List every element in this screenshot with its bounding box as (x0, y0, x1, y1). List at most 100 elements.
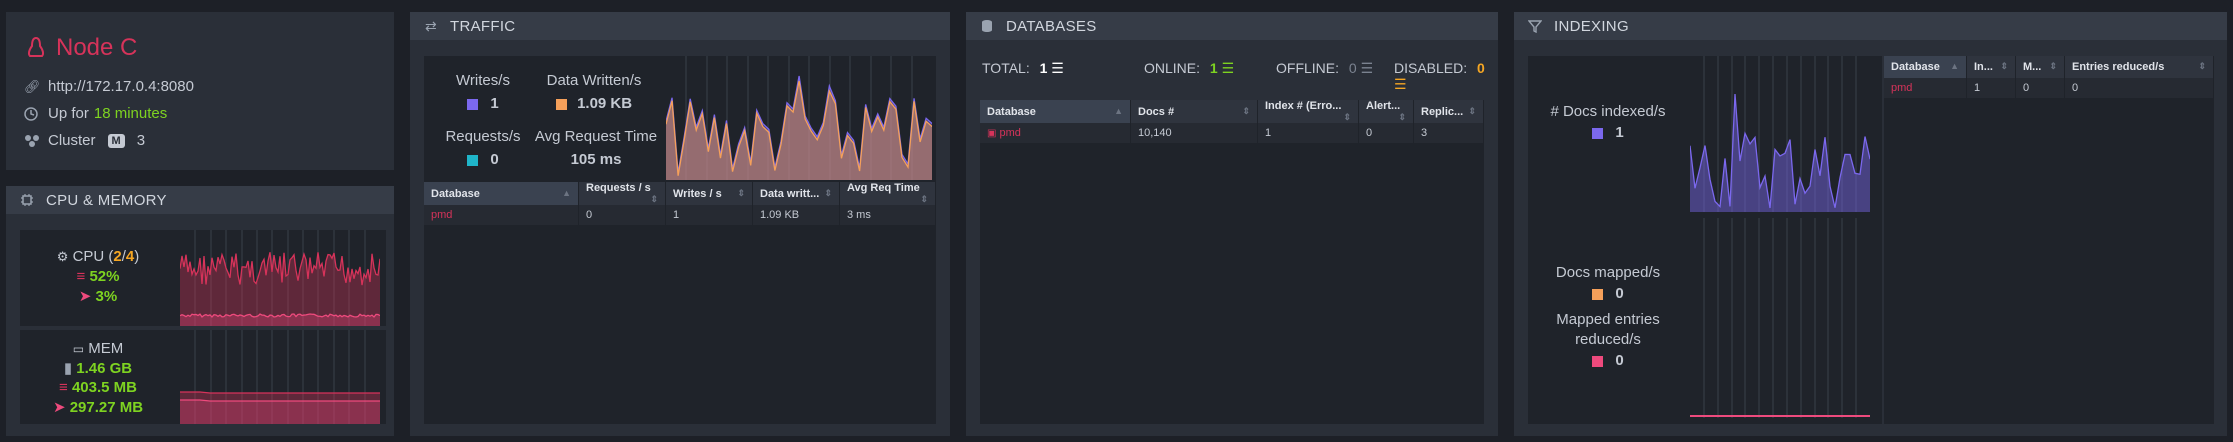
indexing-table-header: Database ▲ In... ⇕ M... ⇕ Entries reduced/s… (1884, 56, 2214, 78)
db-summary: TOTAL: 1 ☰ ONLINE: 1 ☰ OFFLINE: 0 ☰ DISA… (982, 60, 1486, 92)
sort-icon[interactable]: ⇕ (650, 194, 658, 205)
filter-icon (1528, 19, 1542, 33)
replication-cell: 3 (1413, 123, 1484, 143)
column-header-alerts[interactable]: Alert... ⇕ (1358, 100, 1414, 123)
node-panel: Node C 🔗︎ http://172.17.0.4:8080 Up for … (6, 12, 394, 170)
database-online-icon: ☰ (1221, 60, 1235, 76)
db-name-cell[interactable]: pmd (424, 205, 579, 225)
cluster-count: 3 (136, 132, 146, 149)
linux-icon (26, 36, 48, 60)
traffic-body: Writes/s 1 Data Written/s 1.09 KB Reques… (424, 56, 936, 424)
total-label: TOTAL: (982, 60, 1030, 76)
sort-asc-icon[interactable]: ▲ (1950, 61, 1959, 71)
mem-total-value: 1.46 GB (76, 360, 133, 377)
column-header-entries-reduced[interactable]: Entries reduced/s ⇕ (2064, 56, 2214, 78)
indexing-panel: INDEXING # Docs indexed/s 1 Docs mapped/… (1514, 12, 2227, 436)
indexing-title: INDEXING (1554, 17, 1629, 35)
docs-indexed-area (1690, 94, 1870, 212)
sort-icon[interactable]: ⇕ (920, 194, 928, 205)
databases-table: Database ▲ Docs # ⇕ Index # (Erro... ⇕ Aler… (980, 100, 1484, 143)
db-name-cell[interactable]: ▣ pmd (980, 123, 1131, 143)
column-header-avg-req-time[interactable]: Avg Req Time ⇕ (839, 182, 936, 205)
cpu-box: ⚙ CPU (2/4) ≡ 52% ➤ 3% (20, 230, 386, 326)
database-stack-icon: ☰ (1051, 60, 1064, 76)
total-value: 1 (1039, 60, 1048, 76)
table-row[interactable]: pmd 1 0 0 (1884, 78, 2214, 98)
column-header-requests[interactable]: Requests / s ⇕ (578, 182, 666, 205)
chip-icon (20, 193, 34, 207)
online-label: ONLINE: (1144, 60, 1201, 76)
data-written-label: Data Written/s (546, 72, 642, 89)
online-summary: ONLINE: 1 ☰ (1144, 60, 1234, 77)
writes-swatch (467, 98, 479, 110)
sort-asc-icon[interactable]: ▲ (1114, 106, 1123, 116)
swap-arrows-icon: ⇄ (424, 17, 438, 34)
node-url-row[interactable]: 🔗︎ http://172.17.0.4:8080 (24, 78, 194, 95)
clock-icon (24, 106, 44, 121)
requests-value: 0 (490, 151, 499, 168)
data-written-cell: 1.09 KB (752, 205, 840, 225)
requests-swatch (467, 154, 479, 166)
column-header-indexed[interactable]: In... ⇕ (1966, 56, 2016, 78)
cpu-used: 2 (113, 248, 122, 265)
databases-body: Database ▲ Docs # ⇕ Index # (Erro... ⇕ Aler… (980, 100, 1484, 424)
column-header-database[interactable]: Database ▲ (424, 182, 579, 205)
traffic-table-header: Database ▲ Requests / s ⇕ Writes / s ⇕ Data… (424, 182, 936, 205)
uptime-value: 18 minutes (93, 105, 168, 122)
mapped-reduced-swatch (1592, 355, 1604, 367)
uptime-prefix: Up for (48, 105, 89, 122)
cluster-row: Cluster M 3 (24, 132, 145, 149)
sort-icon[interactable]: ⇕ (2049, 61, 2057, 72)
writes-value: 1 (490, 95, 499, 112)
indexing-table: Database ▲ In... ⇕ M... ⇕ Entries reduced/s… (1884, 56, 2214, 98)
offline-summary: OFFLINE: 0 ☰ (1276, 60, 1373, 77)
data-written-stat: Data Written/s 1.09 KB (534, 72, 654, 112)
sort-icon[interactable]: ⇕ (1468, 106, 1476, 117)
data-written-swatch (555, 98, 567, 110)
cpu-icon: ⚙ (56, 249, 69, 264)
node-url[interactable]: http://172.17.0.4:8080 (48, 78, 194, 95)
online-value: 1 (1209, 60, 1218, 76)
indexed-cell: 1 (1966, 78, 2016, 98)
docs-mapped-swatch (1592, 288, 1604, 300)
entries-reduced-cell: 0 (2064, 78, 2214, 98)
db-name-cell[interactable]: pmd (1884, 78, 1967, 98)
column-header-writes[interactable]: Writes / s ⇕ (665, 182, 753, 205)
raven-icon: ➤ (52, 399, 66, 416)
cpu-legend: ⚙ CPU (2/4) ≡ 52% ➤ 3% (20, 230, 176, 326)
mem-machine-value: 403.5 MB (71, 379, 137, 396)
sort-asc-icon[interactable]: ▲ (562, 188, 571, 198)
column-header-index[interactable]: Index # (Erro... ⇕ (1257, 100, 1359, 123)
mapped-reduced-label: Mapped entries reduced/s (1556, 311, 1660, 348)
table-row[interactable]: ▣ pmd 10,140 1 0 3 (980, 123, 1484, 143)
traffic-title: TRAFFIC (450, 17, 516, 35)
docs-mapped-chart (1690, 218, 1870, 418)
requests-stat: Requests/s 0 (438, 128, 528, 168)
offline-label: OFFLINE: (1276, 60, 1340, 76)
cpu-total: 4 (125, 248, 135, 265)
sort-icon[interactable]: ⇕ (1398, 112, 1406, 123)
cluster-badge: M (107, 133, 125, 148)
db-name[interactable]: pmd (1000, 127, 1021, 139)
indexing-header: INDEXING (1514, 12, 2227, 40)
sort-icon[interactable]: ⇕ (2000, 61, 2008, 72)
docs-indexed-label: # Docs indexed/s (1550, 103, 1666, 120)
sort-icon[interactable]: ⇕ (737, 188, 745, 199)
column-header-replication[interactable]: Replic... ⇕ (1413, 100, 1484, 123)
docs-mapped-box: Docs mapped/s 0 Mapped entries reduced/s… (1528, 218, 1882, 424)
column-header-mapped[interactable]: M... ⇕ (2015, 56, 2065, 78)
cpu-chart (180, 230, 380, 326)
column-header-database[interactable]: Database ▲ (980, 100, 1131, 123)
column-header-data-written[interactable]: Data writt... ⇕ (752, 182, 840, 205)
cpu-label: CPU (72, 248, 105, 265)
sort-icon[interactable]: ⇕ (1242, 106, 1250, 117)
sort-icon[interactable]: ⇕ (2198, 61, 2206, 72)
column-header-docs[interactable]: Docs # ⇕ (1130, 100, 1258, 123)
docs-indexed-chart (1690, 56, 1870, 212)
sort-icon[interactable]: ⇕ (824, 188, 832, 199)
cpu-memory-title: CPU & MEMORY (46, 191, 167, 209)
sort-icon[interactable]: ⇕ (1343, 112, 1351, 123)
index-cell: 1 (1257, 123, 1359, 143)
column-header-database[interactable]: Database ▲ (1884, 56, 1967, 78)
table-row[interactable]: pmd 0 1 1.09 KB 3 ms (424, 205, 936, 225)
